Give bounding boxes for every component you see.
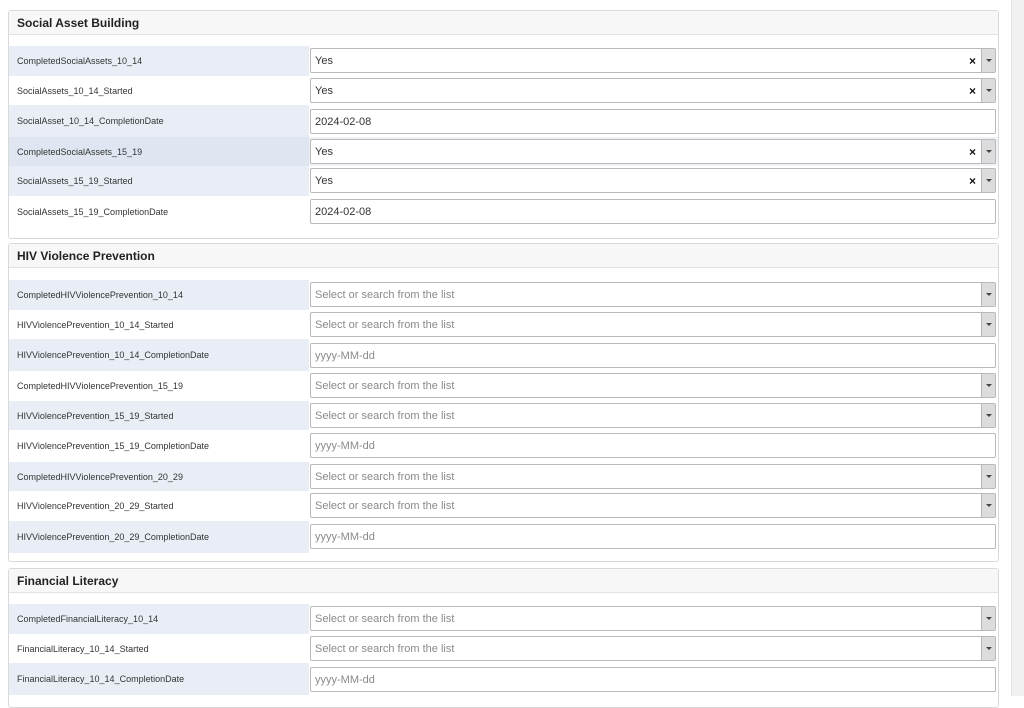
- select-placeholder: Select or search from the list: [315, 379, 455, 392]
- chevron-down-icon[interactable]: [981, 404, 995, 427]
- form-row: CompletedHIVViolencePrevention_10_14 Sel…: [9, 280, 998, 310]
- form-row: CompletedHIVViolencePrevention_15_19 Sel…: [9, 371, 998, 401]
- field-label: CompletedSocialAssets_15_19: [17, 146, 143, 157]
- field-label: HIVViolencePrevention_20_29_CompletionDa…: [17, 532, 209, 542]
- chevron-down-icon[interactable]: [981, 313, 995, 336]
- form-row: HIVViolencePrevention_20_29_CompletionDa…: [9, 521, 998, 553]
- chevron-down-icon[interactable]: [981, 374, 995, 397]
- section-financial-literacy: Financial Literacy CompletedFinancialLit…: [8, 568, 999, 708]
- select-placeholder: Select or search from the list: [315, 612, 455, 625]
- select-placeholder: Select or search from the list: [315, 318, 455, 331]
- section-title: HIV Violence Prevention: [9, 244, 998, 268]
- date-placeholder: yyyy-MM-dd: [315, 349, 375, 362]
- field-label: FinancialLiteracy_10_14_Started: [17, 643, 149, 654]
- field-label: CompletedHIVViolencePrevention_15_19: [17, 381, 183, 391]
- form-row: SocialAssets_15_19_Started Yes ×: [9, 166, 998, 196]
- section-social-asset-building: Social Asset Building CompletedSocialAss…: [8, 10, 999, 239]
- field-label: CompletedSocialAssets_10_14: [17, 56, 143, 66]
- field-label: CompletedFinancialLiteracy_10_14: [17, 614, 159, 624]
- hiv-violence-prevention-20-29-completion-date-input[interactable]: yyyy-MM-dd: [310, 524, 996, 549]
- social-assets-15-19-completion-date-input[interactable]: 2024-02-08: [310, 199, 996, 224]
- vertical-scrollbar[interactable]: [1011, 0, 1024, 696]
- social-assets-15-19-started-select[interactable]: Yes ×: [310, 168, 996, 193]
- date-value: 2024-02-08: [315, 205, 372, 218]
- completed-hiv-violence-prevention-15-19-select[interactable]: Select or search from the list: [310, 373, 996, 398]
- select-placeholder: Select or search from the list: [315, 470, 455, 483]
- form-row: CompletedSocialAssets_15_19 Yes ×: [9, 137, 998, 166]
- chevron-down-icon[interactable]: [981, 637, 995, 660]
- social-assets-10-14-started-select[interactable]: Yes ×: [310, 78, 996, 103]
- select-placeholder: Select or search from the list: [315, 288, 455, 301]
- field-label: FinancialLiteracy_10_14_CompletionDate: [17, 674, 185, 684]
- date-value: 2024-02-08: [315, 115, 372, 128]
- section-title: Financial Literacy: [9, 569, 998, 593]
- select-value: Yes: [315, 145, 333, 158]
- field-label: HIVViolencePrevention_15_19_CompletionDa…: [17, 441, 209, 451]
- chevron-down-icon[interactable]: [981, 494, 995, 517]
- form-row: CompletedFinancialLiteracy_10_14 Select …: [9, 604, 998, 634]
- field-label: HIVViolencePrevention_10_14_CompletionDa…: [17, 350, 209, 360]
- completed-financial-literacy-10-14-select[interactable]: Select or search from the list: [310, 606, 996, 631]
- form-row: SocialAsset_10_14_CompletionDate 2024-02…: [9, 105, 998, 137]
- section-title: Social Asset Building: [9, 11, 998, 35]
- completed-social-assets-15-19-select[interactable]: Yes ×: [310, 139, 996, 164]
- hiv-violence-prevention-10-14-completion-date-input[interactable]: yyyy-MM-dd: [310, 343, 996, 368]
- form-row: HIVViolencePrevention_10_14_Started Sele…: [9, 310, 998, 339]
- select-placeholder: Select or search from the list: [315, 499, 455, 512]
- form-row: CompletedSocialAssets_10_14 Yes ×: [9, 46, 998, 76]
- completed-hiv-violence-prevention-20-29-select[interactable]: Select or search from the list: [310, 464, 996, 489]
- select-value: Yes: [315, 174, 333, 187]
- chevron-down-icon[interactable]: [981, 49, 995, 72]
- hiv-violence-prevention-10-14-started-select[interactable]: Select or search from the list: [310, 312, 996, 337]
- select-value: Yes: [315, 54, 333, 67]
- field-label: SocialAssets_15_19_Started: [17, 176, 133, 186]
- field-label: HIVViolencePrevention_15_19_Started: [17, 410, 174, 421]
- date-placeholder: yyyy-MM-dd: [315, 673, 375, 686]
- form-row: HIVViolencePrevention_20_29_Started Sele…: [9, 491, 998, 521]
- date-placeholder: yyyy-MM-dd: [315, 530, 375, 543]
- field-label: SocialAssets_10_14_Started: [17, 85, 133, 96]
- form-row: HIVViolencePrevention_15_19_CompletionDa…: [9, 430, 998, 462]
- social-asset-10-14-completion-date-input[interactable]: 2024-02-08: [310, 109, 996, 134]
- clear-icon[interactable]: ×: [967, 140, 978, 163]
- clear-icon[interactable]: ×: [967, 49, 978, 72]
- chevron-down-icon[interactable]: [981, 283, 995, 306]
- field-label: CompletedHIVViolencePrevention_20_29: [17, 471, 183, 482]
- form-row: FinancialLiteracy_10_14_CompletionDate y…: [9, 663, 998, 695]
- form-row: SocialAssets_10_14_Started Yes ×: [9, 76, 998, 105]
- field-label: HIVViolencePrevention_10_14_Started: [17, 319, 174, 330]
- form-row: SocialAssets_15_19_CompletionDate 2024-0…: [9, 196, 998, 228]
- completed-hiv-violence-prevention-10-14-select[interactable]: Select or search from the list: [310, 282, 996, 307]
- clear-icon[interactable]: ×: [967, 79, 978, 102]
- chevron-down-icon[interactable]: [981, 465, 995, 488]
- hiv-violence-prevention-20-29-started-select[interactable]: Select or search from the list: [310, 493, 996, 518]
- hiv-violence-prevention-15-19-completion-date-input[interactable]: yyyy-MM-dd: [310, 433, 996, 458]
- financial-literacy-10-14-started-select[interactable]: Select or search from the list: [310, 636, 996, 661]
- select-value: Yes: [315, 84, 333, 97]
- chevron-down-icon[interactable]: [981, 140, 995, 163]
- form-row: HIVViolencePrevention_10_14_CompletionDa…: [9, 339, 998, 371]
- chevron-down-icon[interactable]: [981, 79, 995, 102]
- chevron-down-icon[interactable]: [981, 169, 995, 192]
- form-row: HIVViolencePrevention_15_19_Started Sele…: [9, 401, 998, 430]
- select-placeholder: Select or search from the list: [315, 409, 455, 422]
- section-hiv-violence-prevention: HIV Violence Prevention CompletedHIVViol…: [8, 243, 999, 562]
- date-placeholder: yyyy-MM-dd: [315, 439, 375, 452]
- field-label: HIVViolencePrevention_20_29_Started: [17, 501, 174, 511]
- form-row: CompletedHIVViolencePrevention_20_29 Sel…: [9, 462, 998, 491]
- field-label: SocialAsset_10_14_CompletionDate: [17, 116, 164, 126]
- select-placeholder: Select or search from the list: [315, 642, 455, 655]
- form-row: FinancialLiteracy_10_14_Started Select o…: [9, 634, 998, 663]
- completed-social-assets-10-14-select[interactable]: Yes ×: [310, 48, 996, 73]
- field-label: CompletedHIVViolencePrevention_10_14: [17, 290, 183, 300]
- hiv-violence-prevention-15-19-started-select[interactable]: Select or search from the list: [310, 403, 996, 428]
- financial-literacy-10-14-completion-date-input[interactable]: yyyy-MM-dd: [310, 667, 996, 692]
- clear-icon[interactable]: ×: [967, 169, 978, 192]
- field-label: SocialAssets_15_19_CompletionDate: [17, 207, 169, 217]
- chevron-down-icon[interactable]: [981, 607, 995, 630]
